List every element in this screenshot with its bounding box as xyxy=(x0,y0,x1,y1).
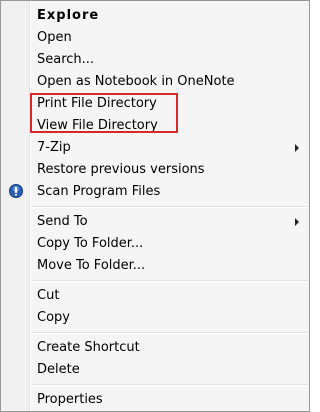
menu-item-delete[interactable]: Delete xyxy=(37,359,80,381)
submenu-arrow-icon xyxy=(295,144,299,152)
menu-item-cut[interactable]: Cut xyxy=(37,285,59,307)
menu-item-copy[interactable]: Copy xyxy=(37,307,70,329)
menu-item-7zip[interactable]: 7-Zip xyxy=(37,137,71,159)
menu-separator xyxy=(32,332,307,334)
menu-item-open-as-notebook[interactable]: Open as Notebook in OneNote xyxy=(37,71,235,93)
menu-item-search[interactable]: Search... xyxy=(37,49,94,71)
menu-separator xyxy=(32,206,307,208)
menu-item-properties[interactable]: Properties xyxy=(37,389,103,411)
context-menu: Explore Open Search... Open as Notebook … xyxy=(0,0,310,412)
shield-icon xyxy=(9,184,23,198)
menu-item-open[interactable]: Open xyxy=(37,27,72,49)
menu-item-copy-to-folder[interactable]: Copy To Folder... xyxy=(37,233,143,255)
menu-separator xyxy=(32,384,307,386)
menu-item-restore-previous-versions[interactable]: Restore previous versions xyxy=(37,159,205,181)
gutter-divider-highlight xyxy=(30,1,31,411)
highlight-box xyxy=(30,93,178,133)
submenu-arrow-icon xyxy=(295,218,299,226)
menu-item-create-shortcut[interactable]: Create Shortcut xyxy=(37,337,140,359)
menu-separator xyxy=(32,280,307,282)
menu-item-send-to[interactable]: Send To xyxy=(37,211,88,233)
icon-gutter xyxy=(1,1,29,411)
menu-item-explore[interactable]: Explore xyxy=(37,5,99,27)
menu-item-scan-program-files[interactable]: Scan Program Files xyxy=(37,181,160,203)
menu-item-move-to-folder[interactable]: Move To Folder... xyxy=(37,255,145,277)
